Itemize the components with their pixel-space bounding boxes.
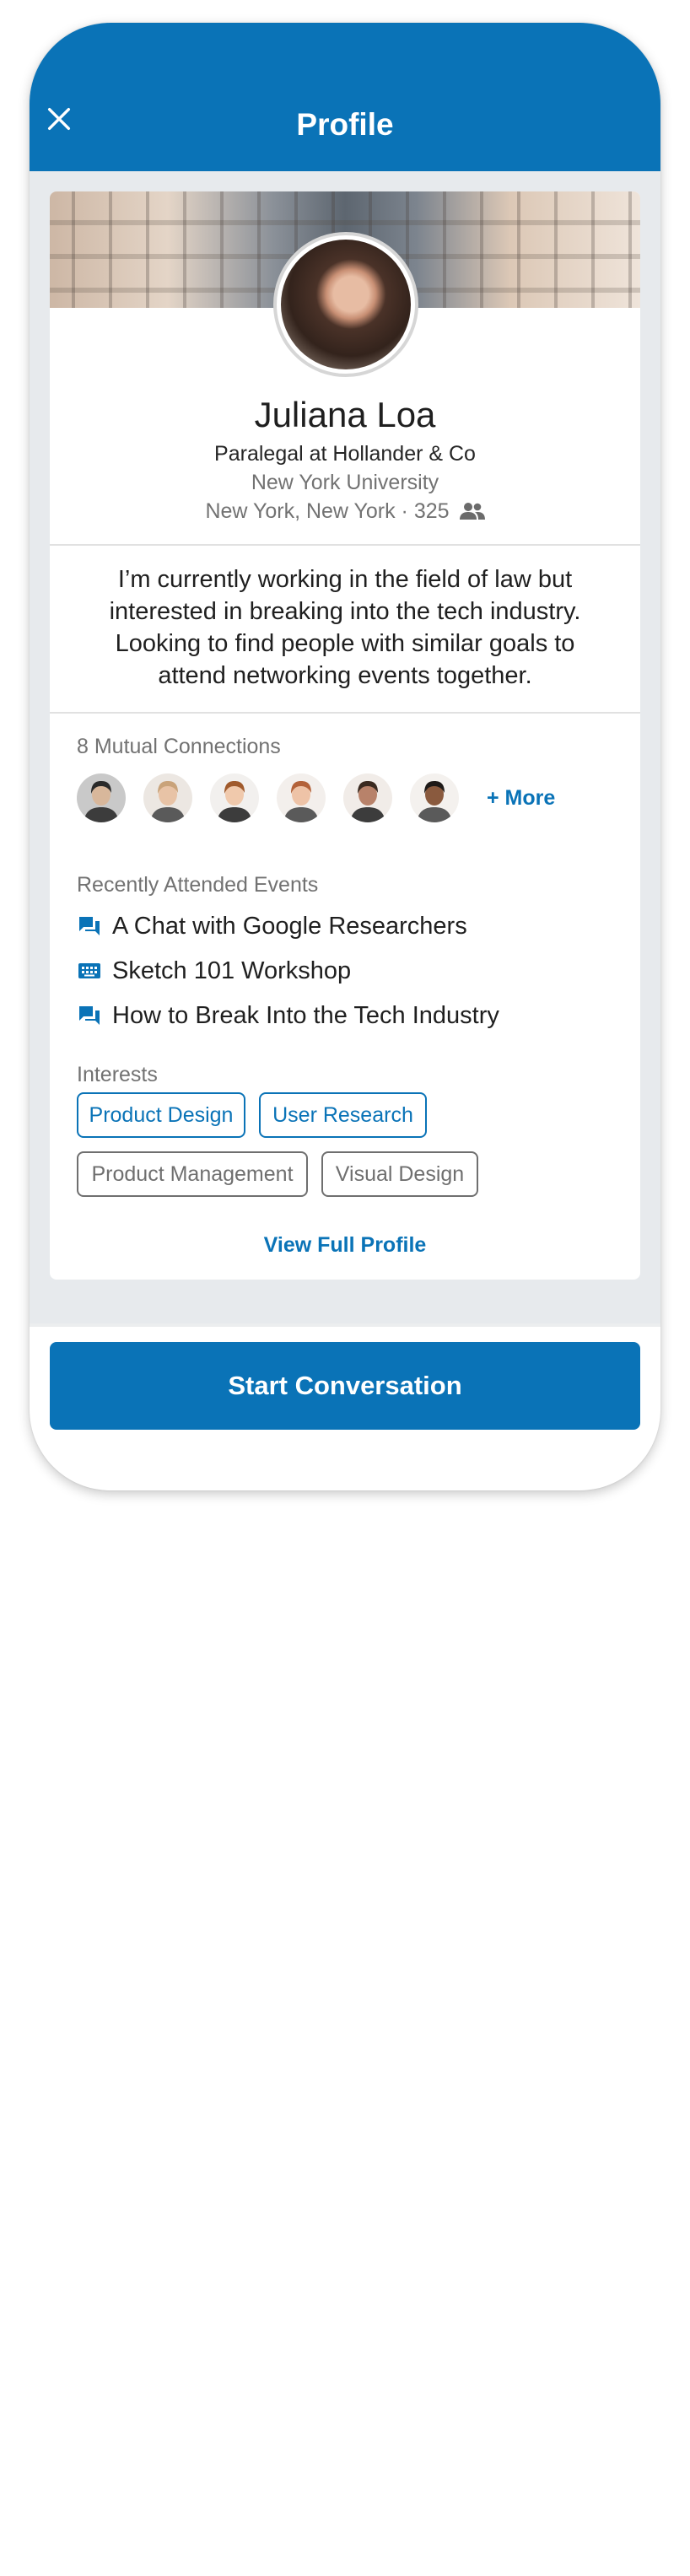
event-item[interactable]: How to Break Into the Tech Industry bbox=[77, 1000, 499, 1031]
mutual-connection-avatar[interactable] bbox=[343, 773, 392, 822]
profile-card: Juliana Loa Paralegal at Hollander & Co … bbox=[50, 191, 640, 1280]
location-row: New York, New York · 325 bbox=[50, 498, 640, 525]
chat-icon bbox=[77, 1003, 102, 1028]
interest-chip[interactable]: Visual Design bbox=[321, 1151, 478, 1197]
more-connections-link[interactable]: + More bbox=[487, 786, 555, 811]
person-avatar-icon bbox=[283, 781, 319, 822]
interests-label: Interests bbox=[77, 1063, 158, 1086]
profile-about: I’m currently working in the field of la… bbox=[109, 566, 581, 689]
person-avatar-icon bbox=[217, 781, 252, 822]
mutual-connection-avatar[interactable] bbox=[77, 773, 126, 822]
event-title: A Chat with Google Researchers bbox=[112, 913, 467, 940]
keyboard-icon bbox=[77, 958, 102, 984]
location-separator: · bbox=[401, 498, 414, 523]
connection-count: 325 bbox=[413, 498, 450, 523]
profile-photo bbox=[281, 240, 411, 369]
mutual-connection-avatar[interactable] bbox=[210, 773, 259, 822]
interest-chip[interactable]: User Research bbox=[259, 1092, 427, 1138]
interest-chip[interactable]: Product Design bbox=[77, 1092, 245, 1138]
view-full-profile-link[interactable]: View Full Profile bbox=[50, 1233, 640, 1258]
mutual-connections-label: 8 Mutual Connections bbox=[77, 735, 281, 758]
profile-avatar[interactable] bbox=[273, 232, 418, 377]
people-icon bbox=[459, 503, 485, 520]
profile-headline: Paralegal at Hollander & Co bbox=[214, 442, 476, 466]
interest-chip[interactable]: Product Management bbox=[77, 1151, 308, 1197]
mutual-connection-avatar[interactable] bbox=[410, 773, 459, 822]
person-avatar-icon bbox=[350, 781, 385, 822]
event-item[interactable]: A Chat with Google Researchers bbox=[77, 911, 467, 941]
mutual-connection-avatar[interactable] bbox=[143, 773, 192, 822]
mutual-connection-avatar[interactable] bbox=[277, 773, 326, 822]
recent-events-label: Recently Attended Events bbox=[77, 873, 319, 897]
person-avatar-icon bbox=[84, 781, 119, 822]
chat-icon bbox=[77, 913, 102, 939]
page-title: Profile bbox=[296, 107, 394, 142]
app-header: Profile bbox=[30, 23, 660, 171]
event-item[interactable]: Sketch 101 Workshop bbox=[77, 956, 351, 986]
divider bbox=[50, 544, 640, 546]
mutual-connections-list: + More bbox=[77, 773, 555, 822]
event-title: How to Break Into the Tech Industry bbox=[112, 1002, 499, 1029]
content-area: Juliana Loa Paralegal at Hollander & Co … bbox=[30, 171, 660, 1323]
event-title: Sketch 101 Workshop bbox=[112, 957, 352, 984]
phone-frame: Profile Juliana Loa Paralegal at Holland… bbox=[30, 23, 660, 1490]
person-avatar-icon bbox=[150, 781, 186, 822]
divider bbox=[50, 712, 640, 714]
profile-name: Juliana Loa bbox=[254, 395, 436, 434]
profile-location: New York, New York bbox=[205, 498, 396, 523]
person-avatar-icon bbox=[417, 781, 452, 822]
start-conversation-button[interactable]: Start Conversation bbox=[50, 1342, 640, 1430]
profile-school: New York University bbox=[251, 471, 439, 494]
